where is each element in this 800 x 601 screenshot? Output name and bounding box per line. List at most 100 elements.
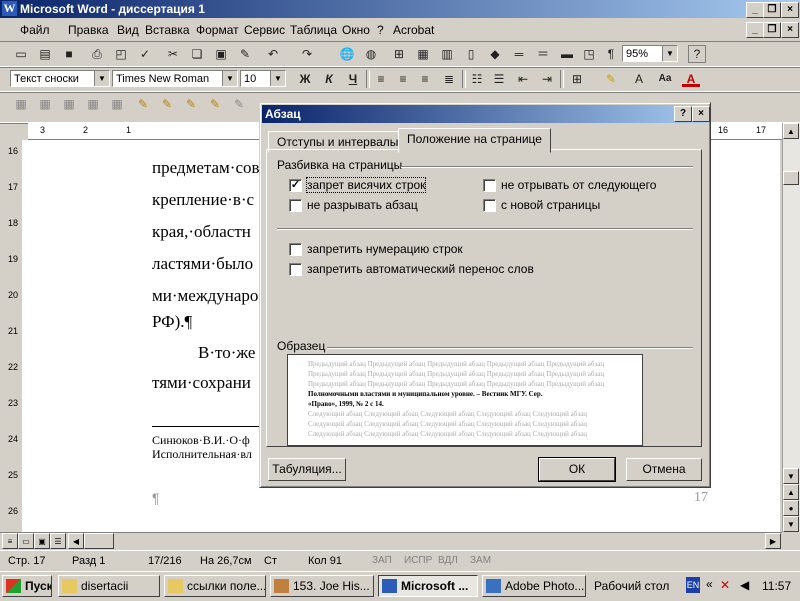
status-rec[interactable]: ЗАП [372,555,392,566]
insert-excel-icon[interactable]: ▥ [438,45,456,63]
tables-borders-icon[interactable]: ⊞ [390,45,408,63]
doc-minimize-button[interactable]: _ [746,22,764,38]
clock[interactable]: 11:57 [762,579,791,593]
doc-close-button[interactable]: × [781,22,799,38]
minimize-button[interactable]: _ [746,2,764,18]
scroll-down-icon[interactable]: ▼ [783,468,799,484]
keep-lines-together-checkbox[interactable] [289,199,302,212]
bullets-icon[interactable]: ☰ [490,70,508,88]
undo-icon[interactable]: ↶ [264,45,282,63]
hyperlink-icon[interactable]: 🌐 [338,45,356,63]
align-center-icon[interactable]: ≡ [394,70,412,88]
redo-icon[interactable]: ↷ [298,45,316,63]
browse-object-icon[interactable]: ● [783,500,799,516]
review-icon-1[interactable]: ▦ [12,95,30,113]
dont-hyphenate-checkbox[interactable] [289,263,302,276]
scroll-left-icon[interactable]: ◀ [68,533,84,549]
suppress-line-numbers-label[interactable]: запретить нумерацию строк [307,242,463,256]
desktop-toolbar[interactable]: Рабочий стол [594,579,669,593]
highlight-icon[interactable]: ✎ [602,70,620,88]
scroll-right-icon[interactable]: ▶ [765,533,781,549]
close-button[interactable]: × [781,2,799,18]
dialog-help-button[interactable]: ? [674,106,692,122]
equals-icon[interactable]: ＝ [534,45,552,63]
format-painter-icon[interactable]: ✎ [236,45,254,63]
tab-line-page-breaks[interactable]: Положение на странице [398,128,551,153]
chevron-down-icon[interactable]: ▼ [270,71,285,86]
style-combo[interactable]: Текст сноски ▼ [10,70,110,87]
chevron-down-icon[interactable]: ▼ [94,71,109,86]
menu-tools[interactable]: Сервис [244,23,285,37]
dialog-close-button[interactable]: × [692,106,710,122]
start-button[interactable]: Пуск [2,575,52,597]
scroll-up-icon[interactable]: ▲ [783,123,799,139]
outline-view-icon[interactable]: ☰ [50,533,66,549]
review-icon-5[interactable]: ▦ [108,95,126,113]
keep-lines-together-label[interactable]: не разрывать абзац [307,198,418,212]
next-change-icon[interactable]: ✎ [182,95,200,113]
menu-help[interactable]: ? [377,23,384,37]
change-case-icon[interactable]: Aa [656,70,674,88]
network-icon[interactable]: ✕ [720,578,734,592]
widow-control-checkbox[interactable]: ✓ [289,179,302,192]
accept-change-icon[interactable]: ✎ [206,95,224,113]
drawing-icon[interactable]: ◆ [486,45,504,63]
menu-insert[interactable]: Вставка [145,23,190,37]
task-word[interactable]: Microsoft ... [378,575,478,597]
bold-icon[interactable]: Ж [296,70,314,88]
review-icon-2[interactable]: ▦ [36,95,54,113]
doc-map-icon[interactable]: ◳ [580,45,598,63]
justify-icon[interactable]: ≣ [440,70,458,88]
cut-icon[interactable]: ✂ [164,45,182,63]
task-links[interactable]: ссылки поле... [164,575,266,597]
copy-icon[interactable]: ❏ [188,45,206,63]
menu-edit[interactable]: Правка [68,23,109,37]
maximize-button[interactable]: ❐ [763,2,781,18]
font-size-combo[interactable]: 10 ▼ [240,70,286,87]
character-scale-icon[interactable]: A [630,70,648,88]
status-ovr[interactable]: ЗАМ [470,555,491,566]
vertical-ruler[interactable]: 16 17 18 19 20 21 22 23 24 25 26 [0,140,23,532]
new-doc-icon[interactable]: ▭ [12,45,30,63]
web-view-icon[interactable]: ▭ [18,533,34,549]
underline-icon[interactable]: Ч [344,70,362,88]
horizontal-line-icon[interactable]: ▬ [558,45,576,63]
font-color-icon[interactable]: A [682,70,700,87]
numbering-icon[interactable]: ☷ [468,70,486,88]
dont-hyphenate-label[interactable]: запретить автоматический перенос слов [307,262,534,276]
align-line-icon[interactable]: ═ [510,45,528,63]
font-combo[interactable]: Times New Roman ▼ [112,70,238,87]
hscroll-thumb[interactable] [84,533,114,549]
task-photoshop[interactable]: Adobe Photo... [482,575,586,597]
menu-view[interactable]: Вид [117,23,139,37]
track-changes-icon[interactable]: ✎ [134,95,152,113]
prev-page-icon[interactable]: ▲ [783,484,799,500]
print-icon[interactable]: ⎙ [88,45,106,63]
open-icon[interactable]: ▤ [36,45,54,63]
reject-change-icon[interactable]: ✎ [230,95,248,113]
increase-indent-icon[interactable]: ⇥ [538,70,556,88]
keep-with-next-label[interactable]: не отрывать от следующего [501,178,656,192]
insert-table-icon[interactable]: ▦ [414,45,432,63]
menu-acrobat[interactable]: Acrobat [393,23,434,37]
task-joe[interactable]: 153. Joe His... [270,575,374,597]
volume-icon[interactable]: ◀ [740,578,749,592]
zoom-combo[interactable]: 95% ▼ [622,45,678,62]
chevron-down-icon[interactable]: ▼ [662,46,677,61]
menu-format[interactable]: Формат [196,23,239,37]
review-icon-3[interactable]: ▦ [60,95,78,113]
scroll-thumb[interactable] [783,171,799,185]
print-preview-icon[interactable]: ◰ [112,45,130,63]
vertical-scrollbar[interactable]: ▲ ▼ ▲ ● ▼ [782,123,800,532]
cancel-button[interactable]: Отмена [626,458,702,481]
web-toolbar-icon[interactable]: ◍ [362,45,380,63]
borders-icon[interactable]: ⊞ [568,70,586,88]
chevron-down-icon[interactable]: ▼ [222,71,237,86]
keep-with-next-checkbox[interactable] [483,179,496,192]
normal-view-icon[interactable]: ≡ [2,533,18,549]
ok-button[interactable]: ОК [538,457,616,482]
next-page-icon[interactable]: ▼ [783,516,799,532]
language-indicator[interactable]: EN [686,577,700,593]
task-disertacii[interactable]: disertacii [58,575,160,597]
suppress-line-numbers-checkbox[interactable] [289,243,302,256]
